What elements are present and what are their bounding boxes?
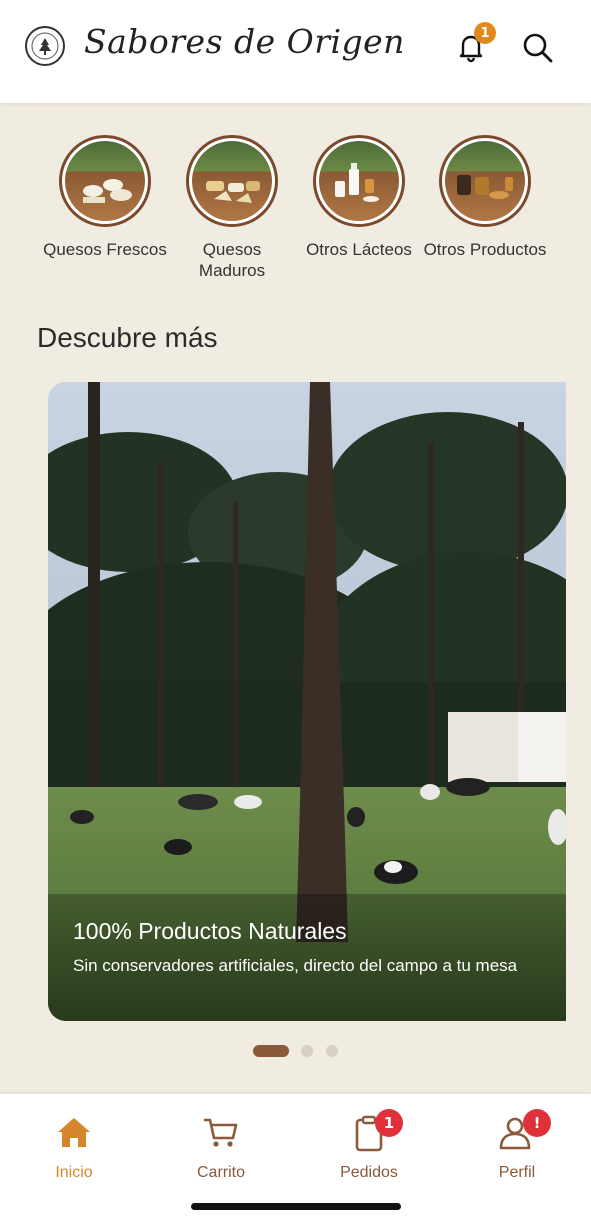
nav-inicio[interactable]: Inicio bbox=[19, 1112, 129, 1182]
orders-badge: 1 bbox=[375, 1109, 403, 1137]
nav-label: Perfil bbox=[498, 1164, 536, 1181]
brand-name: Sabores de Origen bbox=[84, 22, 405, 61]
category-image bbox=[186, 135, 278, 227]
category-label: Quesos Frescos bbox=[43, 240, 167, 259]
carousel-dot[interactable] bbox=[326, 1045, 338, 1057]
search-icon[interactable] bbox=[520, 30, 554, 64]
profile-alert-badge: ! bbox=[523, 1109, 551, 1137]
section-title: Descubre más bbox=[37, 322, 218, 353]
notification-badge: 1 bbox=[474, 22, 496, 44]
brand-logo bbox=[25, 26, 65, 66]
category-quesos-maduros[interactable]: Quesos Maduros bbox=[169, 135, 295, 281]
nav-perfil[interactable]: ! Perfil bbox=[462, 1109, 572, 1182]
user-icon: ! bbox=[497, 1109, 551, 1152]
category-otros-lacteos[interactable]: Otros Lácteos bbox=[296, 135, 422, 260]
orders-icon: 1 bbox=[349, 1109, 403, 1152]
home-icon bbox=[54, 1112, 94, 1152]
category-label: Otros Productos bbox=[423, 240, 547, 259]
carousel-subtitle: Sin conservadores artificiales, directo … bbox=[73, 956, 518, 975]
category-label: Quesos Maduros bbox=[198, 240, 266, 280]
category-otros-productos[interactable]: Otros Productos bbox=[422, 135, 548, 260]
category-image bbox=[439, 135, 531, 227]
nav-pedidos[interactable]: 1 Pedidos bbox=[314, 1109, 424, 1182]
carousel-title: 100% Productos Naturales bbox=[73, 918, 347, 944]
category-label: Otros Lácteos bbox=[306, 240, 412, 259]
carousel-dot[interactable] bbox=[301, 1045, 313, 1057]
carousel-card[interactable]: 100% Productos Naturales Sin conservador… bbox=[48, 382, 566, 1021]
category-quesos-frescos[interactable]: Quesos Frescos bbox=[42, 135, 168, 260]
nav-carrito[interactable]: Carrito bbox=[166, 1112, 276, 1182]
category-image bbox=[59, 135, 151, 227]
nav-label: Carrito bbox=[196, 1164, 245, 1181]
nav-label: Pedidos bbox=[340, 1164, 398, 1181]
home-indicator bbox=[191, 1203, 401, 1210]
carousel-dot-active[interactable] bbox=[253, 1045, 289, 1057]
app-header: Sabores de Origen 1 bbox=[0, 0, 591, 103]
category-image bbox=[313, 135, 405, 227]
nav-label: Inicio bbox=[55, 1164, 93, 1181]
cart-icon bbox=[201, 1112, 241, 1152]
